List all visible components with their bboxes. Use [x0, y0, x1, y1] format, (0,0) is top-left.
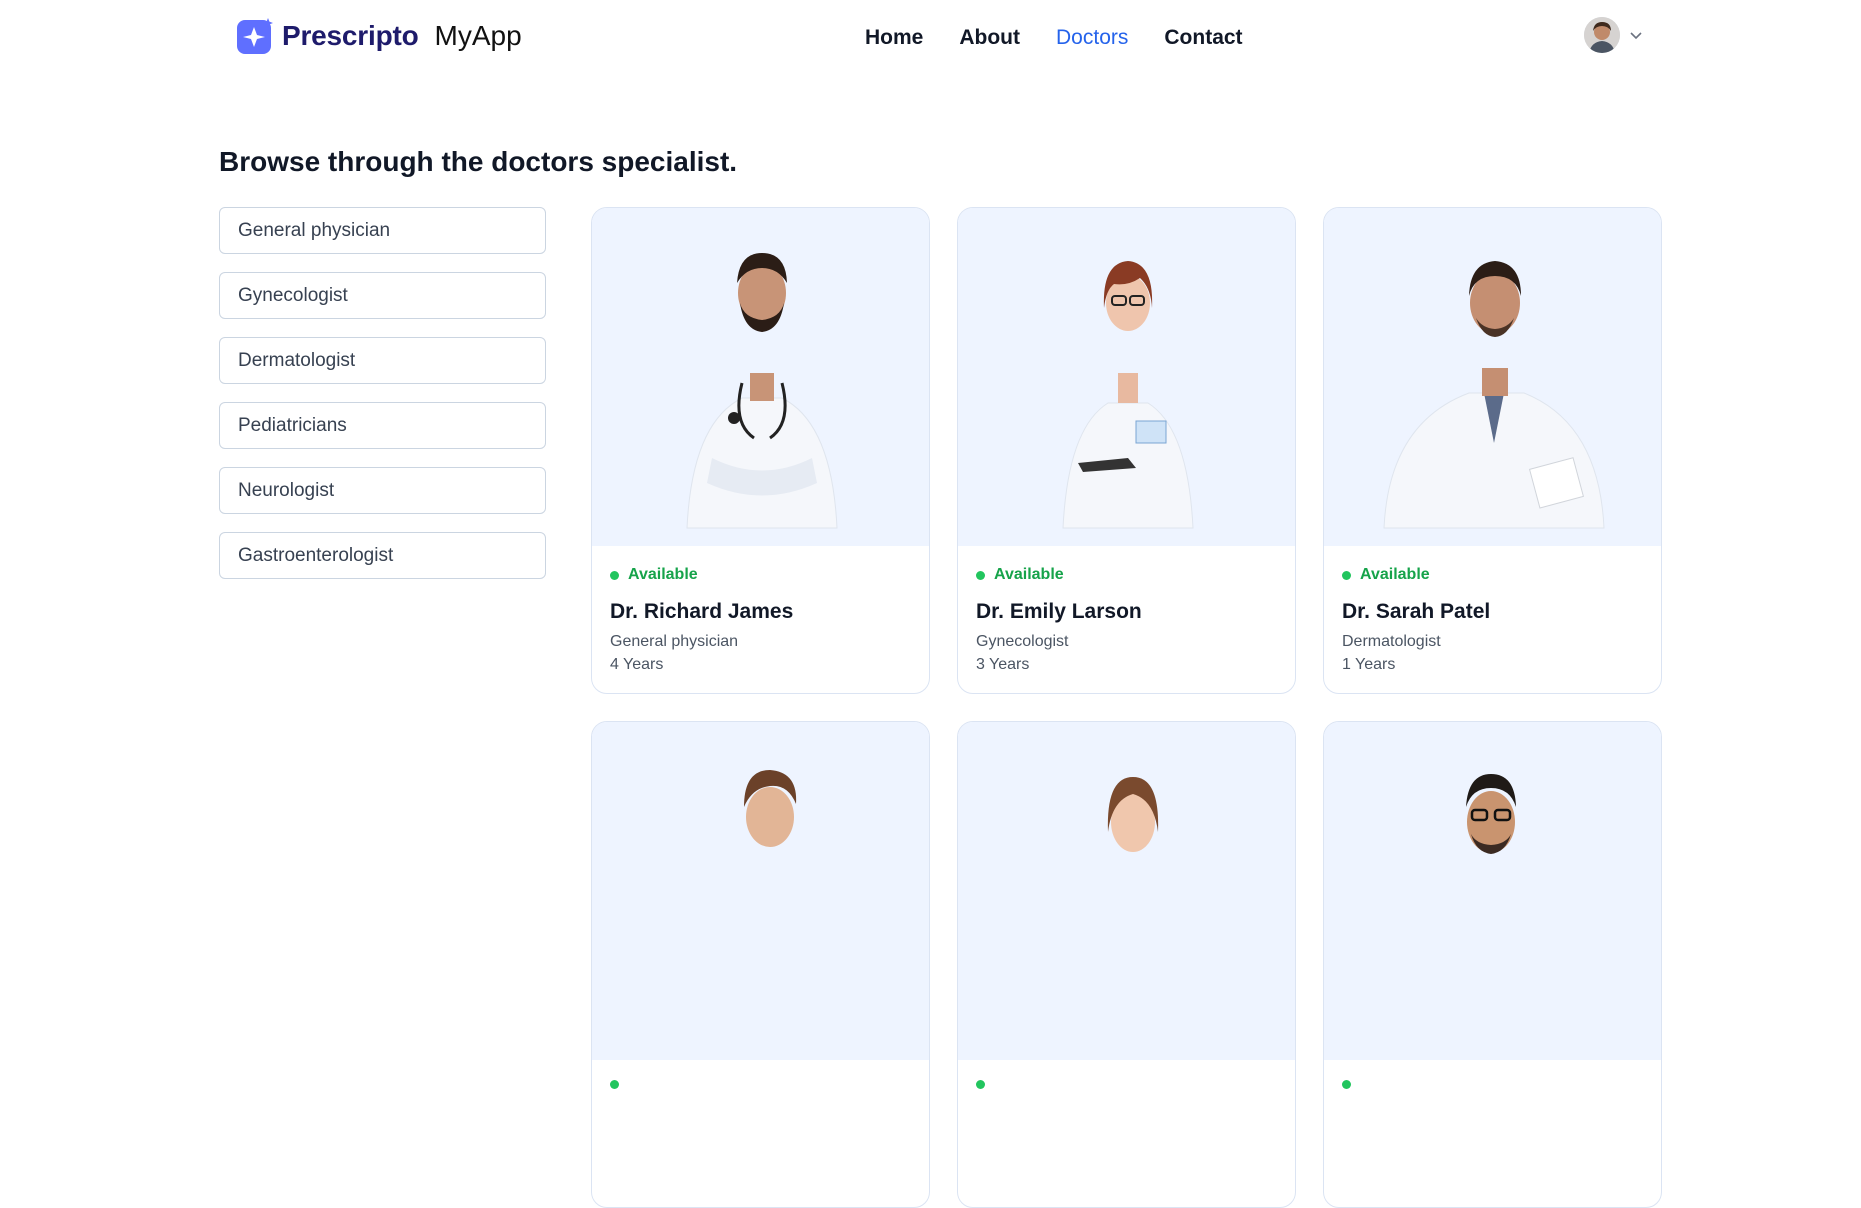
doctor-name: Dr. Richard James	[610, 600, 794, 623]
availability-status	[976, 1080, 1277, 1089]
doctor-experience: 4 Years	[610, 656, 664, 673]
app-name: MyApp	[434, 20, 522, 51]
doctor-photo	[1324, 208, 1661, 546]
prescripto-logo-icon	[237, 18, 273, 54]
top-navbar: Prescripto MyApp Home About Doctors Cont…	[0, 0, 1861, 76]
filter-neurologist[interactable]: Neurologist	[219, 467, 546, 514]
availability-status: Available	[610, 566, 911, 584]
doctor-speciality: Dermatologist	[1342, 633, 1441, 650]
nav-doctors[interactable]: Doctors	[1056, 26, 1128, 50]
doctor-photo	[592, 722, 929, 1060]
availability-status	[1342, 1080, 1643, 1089]
status-dot	[610, 1080, 619, 1089]
doctor-speciality: General physician	[610, 633, 739, 650]
doctor-grid: Available Dr. Richard James General phys…	[591, 207, 1662, 1208]
status-label: Available	[1360, 566, 1430, 583]
nav-about[interactable]: About	[959, 26, 1020, 50]
doctor-experience: 3 Years	[976, 656, 1030, 673]
brand-name: Prescripto	[282, 20, 419, 51]
doctor-card[interactable]: Available Dr. Richard James General phys…	[591, 207, 930, 694]
status-dot	[610, 570, 619, 580]
nav-contact[interactable]: Contact	[1164, 26, 1242, 50]
doctor-speciality: Gynecologist	[976, 633, 1069, 650]
filter-gynecologist[interactable]: Gynecologist	[219, 272, 546, 319]
main-nav: Home About Doctors Contact	[865, 22, 1243, 54]
status-dot	[976, 1080, 985, 1089]
availability-status: Available	[976, 566, 1277, 584]
status-dot	[1342, 570, 1351, 580]
status-dot	[976, 570, 985, 580]
availability-status: Available	[1342, 566, 1643, 584]
doctor-card[interactable]: Available Dr. Sarah Patel Dermatologist …	[1323, 207, 1662, 694]
doctor-name: Dr. Sarah Patel	[1342, 600, 1491, 623]
filter-pediatricians[interactable]: Pediatricians	[219, 402, 546, 449]
brand-logo-link[interactable]: Prescripto MyApp	[236, 16, 522, 56]
doctor-experience: 1 Years	[1342, 656, 1396, 673]
doctor-photo	[592, 208, 929, 546]
nav-home[interactable]: Home	[865, 26, 923, 50]
doctor-card[interactable]: Available Dr. Emily Larson Gynecologist …	[957, 207, 1296, 694]
profile-menu[interactable]	[1584, 17, 1644, 53]
status-label: Available	[994, 566, 1064, 583]
doctor-photo	[958, 722, 1295, 1060]
doctor-card[interactable]	[1323, 721, 1662, 1208]
speciality-filter-list: General physician Gynecologist Dermatolo…	[219, 207, 546, 579]
status-label: Available	[628, 566, 698, 583]
doctor-name: Dr. Emily Larson	[976, 600, 1142, 623]
status-dot	[1342, 1080, 1351, 1089]
doctor-card[interactable]	[591, 721, 930, 1208]
chevron-down-icon[interactable]	[1628, 27, 1644, 43]
doctor-photo	[958, 208, 1295, 546]
avatar[interactable]	[1584, 17, 1620, 53]
filter-general-physician[interactable]: General physician	[219, 207, 546, 254]
filter-gastroenterologist[interactable]: Gastroenterologist	[219, 532, 546, 579]
filter-dermatologist[interactable]: Dermatologist	[219, 337, 546, 384]
availability-status	[610, 1080, 911, 1089]
doctor-photo	[1324, 722, 1661, 1060]
page-title: Browse through the doctors specialist.	[219, 146, 738, 177]
doctor-card[interactable]	[957, 721, 1296, 1208]
